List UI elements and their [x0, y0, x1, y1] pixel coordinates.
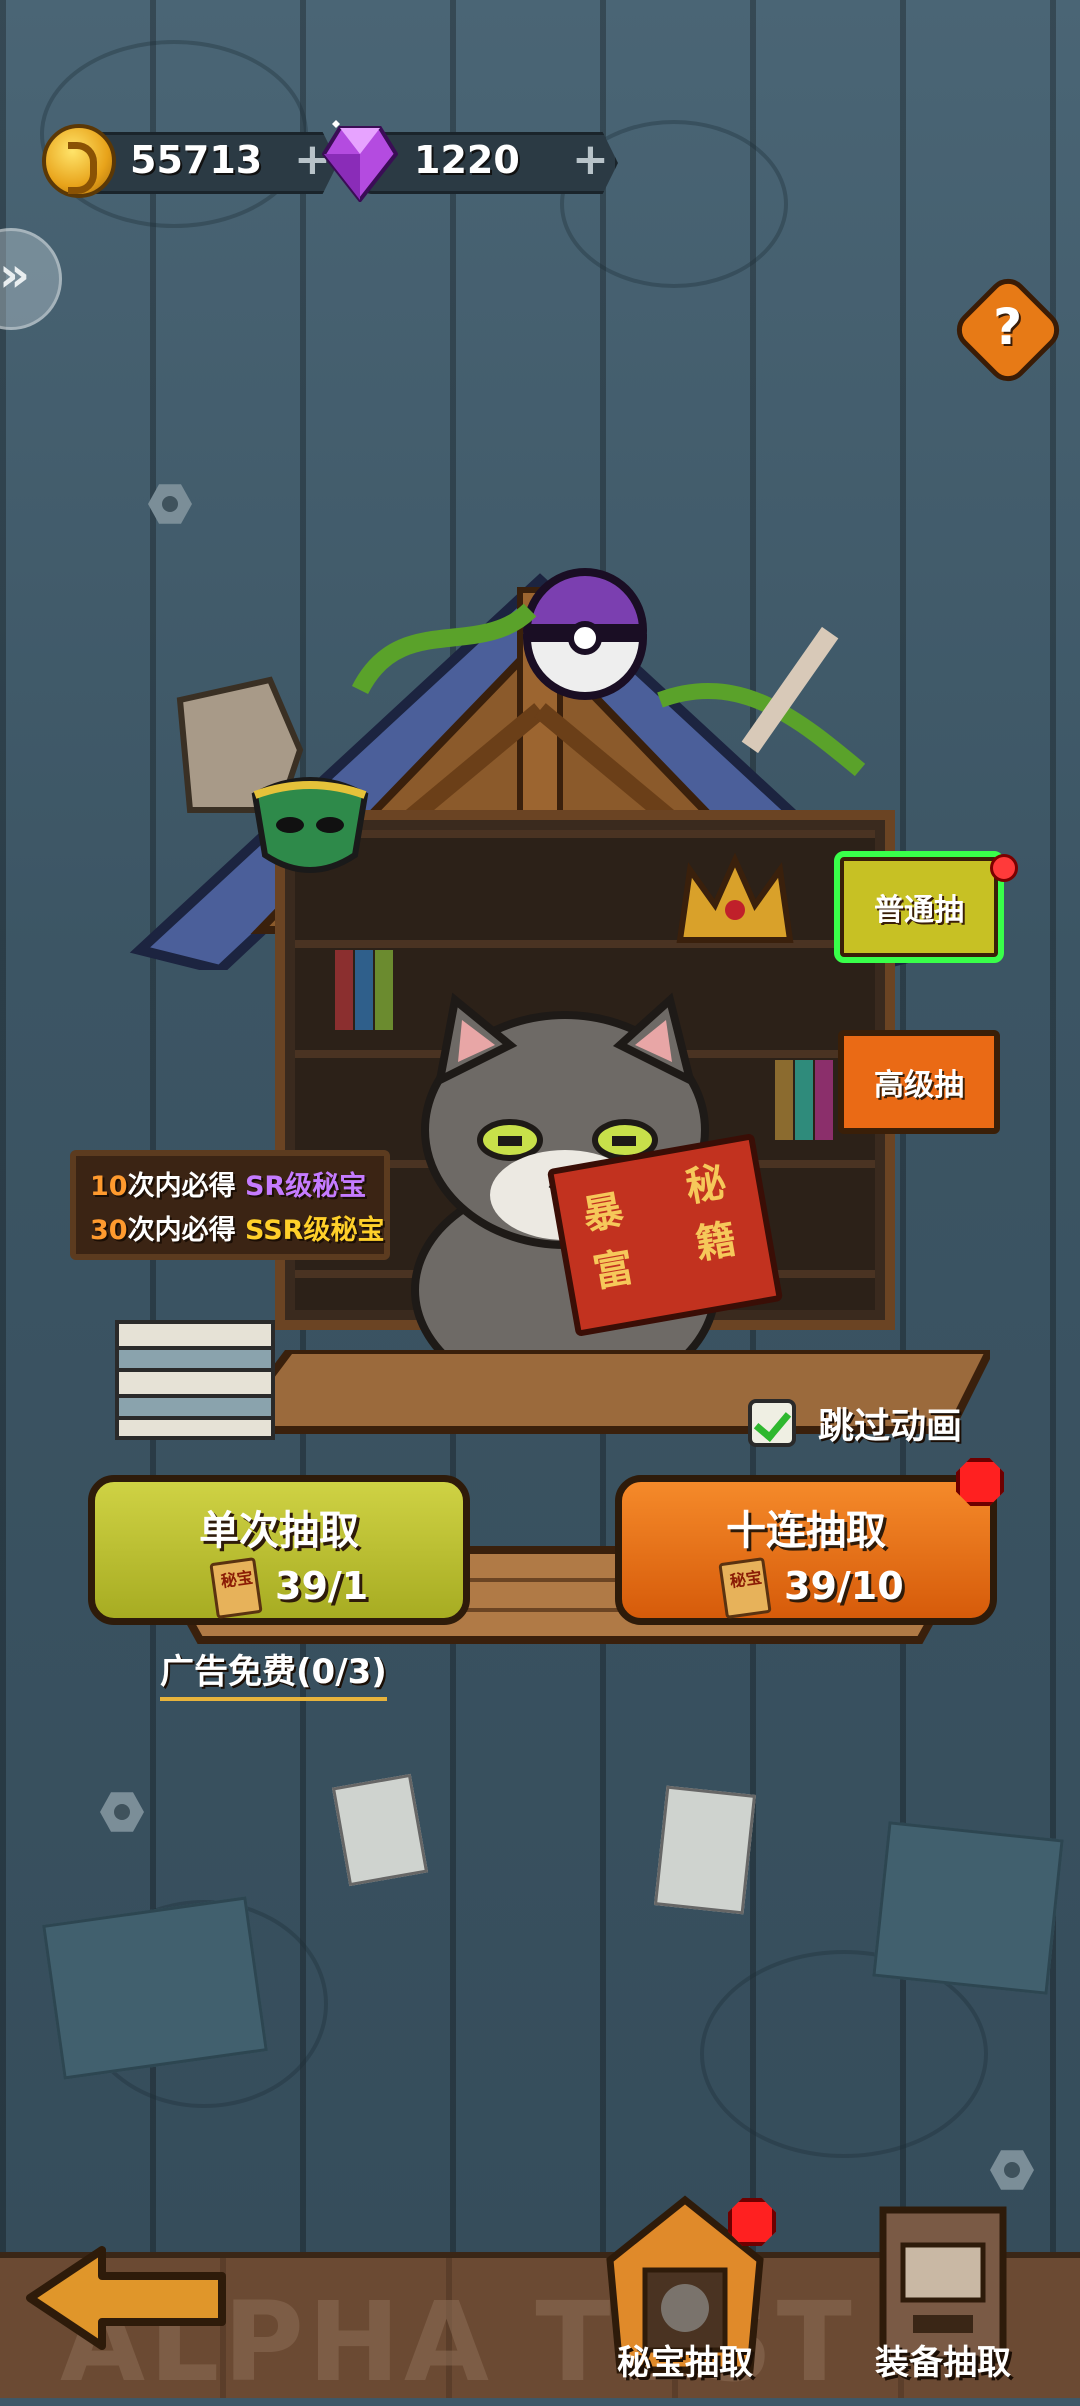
nav-tab-equipment-draw[interactable]: 装备抽取 — [858, 2190, 1028, 2390]
guarantee-text-2: 次内必得 — [127, 1215, 236, 1246]
ticket-label: 秘宝 — [219, 1567, 254, 1591]
add-gems-button[interactable]: + — [572, 134, 609, 185]
back-arrow-button[interactable] — [22, 2246, 232, 2350]
guarantee-text-1: 次内必得 — [127, 1171, 236, 1202]
mask-icon — [251, 777, 369, 873]
gem-counter: 1220 + — [322, 120, 618, 202]
gem-amount: 1220 — [414, 138, 520, 182]
nav-tab-treasure-label: 秘宝抽取 — [617, 2343, 753, 2383]
single-draw-title: 单次抽取 — [199, 1508, 359, 1554]
ticket-label: 秘宝 — [728, 1567, 763, 1591]
book-stack — [115, 1320, 275, 1440]
guarantee-count-2: 30 — [90, 1215, 128, 1246]
skip-animation-label: 跳过动画 — [818, 1406, 963, 1447]
ten-draw-cost: 39/10 — [784, 1564, 904, 1608]
tab-advanced-draw[interactable]: 高级抽 — [838, 1030, 1000, 1134]
treasure-ticket-icon: 秘宝 — [718, 1557, 772, 1619]
guarantee-rank-sr: SR级秘宝 — [244, 1171, 367, 1202]
nav-tab-equipment-label: 装备抽取 — [875, 2343, 1011, 2383]
purple-gem-icon — [322, 120, 398, 202]
nav-tab-treasure-draw[interactable]: 秘宝抽取 — [600, 2190, 776, 2390]
tab-normal-label: 普通抽 — [874, 893, 964, 928]
chevron-right-icon: » — [0, 247, 31, 303]
guarantee-sign: 10次内必得 SR级秘宝 30次内必得 SSR级秘宝 — [70, 1150, 390, 1260]
secret-book: 暴富 秘籍 — [546, 1133, 784, 1337]
tab-advanced-label: 高级抽 — [874, 1068, 964, 1103]
ad-free-draw-link[interactable]: 广告免费(0/3) — [160, 1644, 387, 1701]
notification-dot — [990, 854, 1018, 882]
single-draw-button[interactable]: 单次抽取 秘宝 39/1 — [88, 1475, 470, 1625]
treasure-ticket-icon: 秘宝 — [209, 1557, 263, 1619]
guarantee-rank-ssr: SSR级秘宝 — [244, 1215, 385, 1246]
book-title-left: 暴富 — [579, 1187, 638, 1297]
skip-animation-checkbox[interactable] — [748, 1399, 796, 1447]
question-icon: ? — [993, 297, 1023, 356]
single-draw-cost: 39/1 — [275, 1564, 369, 1608]
skip-animation-toggle[interactable]: 跳过动画 — [748, 1395, 962, 1451]
crown-icon — [676, 852, 794, 943]
ten-draw-title: 十连抽取 — [726, 1508, 886, 1554]
guarantee-line-2: 30次内必得 SSR级秘宝 — [90, 1208, 384, 1247]
guarantee-line-1: 10次内必得 SR级秘宝 — [90, 1164, 366, 1203]
coin-counter: 55713 + — [42, 124, 338, 198]
wanted-poster — [653, 1785, 757, 1915]
coin-amount: 55713 — [130, 138, 263, 182]
guarantee-count-1: 10 — [90, 1171, 128, 1202]
paper-note — [331, 1773, 429, 1887]
tab-normal-draw[interactable]: 普通抽 — [834, 851, 1004, 963]
ten-draw-button[interactable]: 十连抽取 秘宝 39/10 — [615, 1475, 997, 1625]
wall-plate — [42, 1896, 268, 2080]
book-title-right: 秘籍 — [682, 1159, 740, 1269]
gold-coin-icon — [42, 124, 116, 198]
